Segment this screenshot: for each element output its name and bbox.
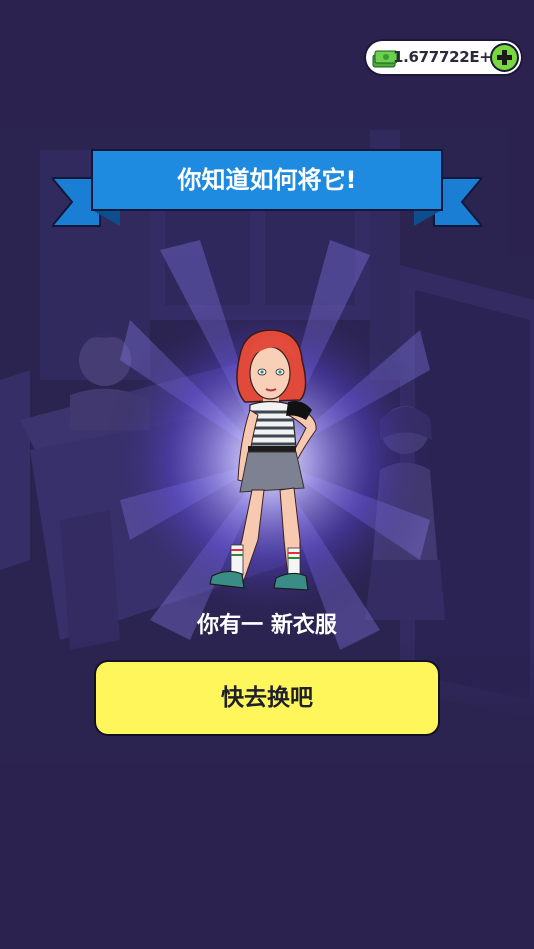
- banner-title: 你知道如何将它!: [177, 166, 357, 194]
- go-change-button[interactable]: 快去换吧: [96, 662, 438, 734]
- go-change-button-label: 快去换吧: [221, 685, 313, 711]
- reward-message: 你有一 新衣服: [197, 613, 337, 638]
- title-banner: 你知道如何将它!: [52, 148, 482, 230]
- currency-counter: 1.677722E+07: [366, 41, 521, 74]
- plus-icon[interactable]: [492, 45, 517, 70]
- game-scene: [0, 0, 534, 949]
